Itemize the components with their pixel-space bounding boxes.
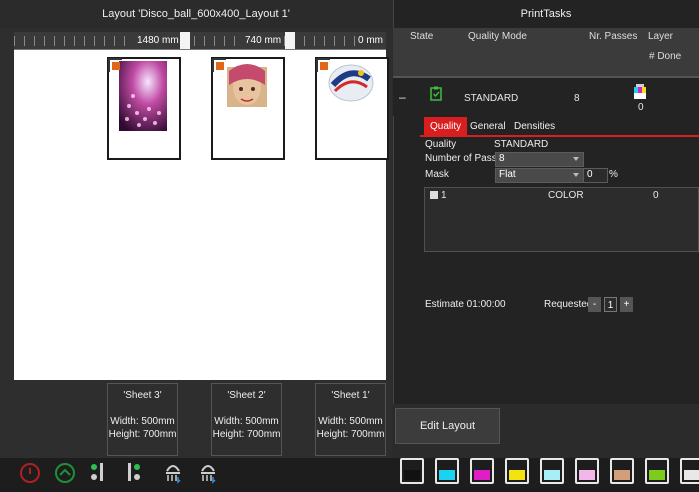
sheet-height: Height: 700mm bbox=[316, 429, 385, 440]
sheet-width: Width: 500mm bbox=[318, 416, 383, 427]
ink-black-indicator[interactable] bbox=[400, 458, 424, 484]
ink-green-indicator[interactable] bbox=[645, 458, 669, 484]
tab-densities[interactable]: Densities bbox=[508, 117, 561, 137]
edit-layout-button[interactable]: Edit Layout bbox=[395, 408, 500, 444]
sheet-1-info: 'Sheet 1' Width: 500mm Height: 700mm bbox=[315, 383, 386, 456]
sheet-name: 'Sheet 1' bbox=[331, 390, 370, 401]
sheet-2[interactable] bbox=[211, 57, 285, 160]
ruler: 1480 mm 740 mm 0 mm bbox=[14, 32, 386, 50]
disco-ball-image bbox=[119, 61, 167, 131]
sheet-name: 'Sheet 2' bbox=[227, 390, 266, 401]
status-dots-icon[interactable] bbox=[90, 460, 106, 486]
status-bars-icon[interactable] bbox=[126, 460, 142, 486]
ink-level-fill bbox=[614, 470, 630, 480]
mask-label: Mask bbox=[425, 169, 449, 180]
task-passes: 8 bbox=[574, 93, 580, 104]
quality-label: Quality bbox=[425, 139, 457, 150]
ruler-label: 740 mm bbox=[242, 34, 285, 48]
task-row[interactable]: – STANDARD 8 0 bbox=[393, 76, 699, 116]
ink-orange-tan-indicator[interactable] bbox=[610, 458, 634, 484]
logo-image bbox=[327, 61, 375, 131]
sheet-1[interactable] bbox=[315, 57, 389, 160]
requested-minus-button[interactable]: - bbox=[588, 297, 601, 312]
ink-light-magenta-indicator[interactable] bbox=[575, 458, 599, 484]
power-icon[interactable] bbox=[19, 462, 41, 484]
mask-select[interactable]: Flat bbox=[495, 168, 584, 183]
ink-magenta-indicator[interactable] bbox=[470, 458, 494, 484]
sheet-height: Height: 700mm bbox=[212, 429, 281, 440]
ink-level-fill bbox=[649, 470, 665, 480]
mask-value: 0 bbox=[653, 190, 659, 201]
sheet-3[interactable] bbox=[107, 57, 181, 160]
column-passes[interactable]: Nr. Passes bbox=[589, 31, 637, 42]
collapse-toggle[interactable]: – bbox=[399, 90, 406, 104]
ink-level-fill bbox=[509, 470, 525, 480]
ink-yellow-indicator[interactable] bbox=[505, 458, 529, 484]
column-layer[interactable]: Layer bbox=[648, 31, 673, 42]
portrait-image bbox=[223, 61, 271, 131]
mask-unit: % bbox=[609, 169, 618, 180]
estimate-text: Estimate 01:00:00 bbox=[425, 299, 506, 310]
requested-input[interactable]: 1 bbox=[604, 297, 617, 312]
sheet-width: Width: 500mm bbox=[214, 416, 279, 427]
mask-amount-input[interactable]: 0 bbox=[583, 168, 608, 183]
tasks-table-header: State Quality Mode Nr. Passes Layer # Do… bbox=[393, 28, 699, 76]
ruler-label: 1480 mm bbox=[134, 34, 182, 48]
passes-select[interactable]: 8 bbox=[495, 152, 584, 167]
tab-quality[interactable]: Quality bbox=[424, 117, 468, 137]
sheet-width: Width: 500mm bbox=[110, 416, 175, 427]
column-state[interactable]: State bbox=[410, 31, 433, 42]
layout-canvas[interactable] bbox=[14, 50, 389, 380]
layout-title: Layout 'Disco_ball_600x400_Layout 1' bbox=[0, 0, 392, 28]
task-tab-bar: Quality General Densities bbox=[420, 113, 699, 137]
task-quality: STANDARD bbox=[464, 93, 519, 104]
mask-checkbox[interactable] bbox=[430, 191, 438, 199]
print-tasks-title: PrintTasks bbox=[520, 8, 572, 20]
ink-white-indicator[interactable] bbox=[680, 458, 699, 484]
ink-cyan-indicator[interactable] bbox=[435, 458, 459, 484]
quality-value: STANDARD bbox=[494, 139, 549, 150]
mask-index: 1 bbox=[441, 190, 447, 201]
ink-level-fill bbox=[474, 470, 490, 480]
sheet-3-info: 'Sheet 3' Width: 500mm Height: 700mm bbox=[107, 383, 178, 456]
ink-level-fill bbox=[404, 470, 420, 480]
vacuum-table-icon[interactable] bbox=[199, 459, 217, 485]
mask-color: COLOR bbox=[548, 190, 584, 201]
column-done[interactable]: # Done bbox=[649, 51, 681, 62]
chevron-up-icon[interactable] bbox=[54, 462, 76, 484]
clipboard-check-icon bbox=[430, 86, 442, 101]
ink-level-fill bbox=[579, 470, 595, 480]
ruler-label: 0 mm bbox=[355, 34, 386, 48]
column-quality-mode[interactable]: Quality Mode bbox=[468, 31, 527, 42]
sheet-name: 'Sheet 3' bbox=[123, 390, 162, 401]
layer-icon bbox=[634, 84, 646, 99]
requested-plus-button[interactable]: + bbox=[620, 297, 633, 312]
ink-level-fill bbox=[684, 470, 699, 480]
ink-level-fill bbox=[439, 470, 455, 480]
ink-level-fill bbox=[544, 470, 560, 480]
vacuum-table-icon[interactable] bbox=[164, 459, 182, 485]
sheet-height: Height: 700mm bbox=[108, 429, 177, 440]
requested-label: Requested bbox=[544, 299, 593, 310]
mask-list[interactable]: 1 COLOR 0 bbox=[424, 187, 699, 252]
sheet-2-info: 'Sheet 2' Width: 500mm Height: 700mm bbox=[211, 383, 282, 456]
task-done-count: 0 bbox=[638, 102, 644, 113]
ink-light-cyan-indicator[interactable] bbox=[540, 458, 564, 484]
tab-general[interactable]: General bbox=[464, 117, 512, 137]
